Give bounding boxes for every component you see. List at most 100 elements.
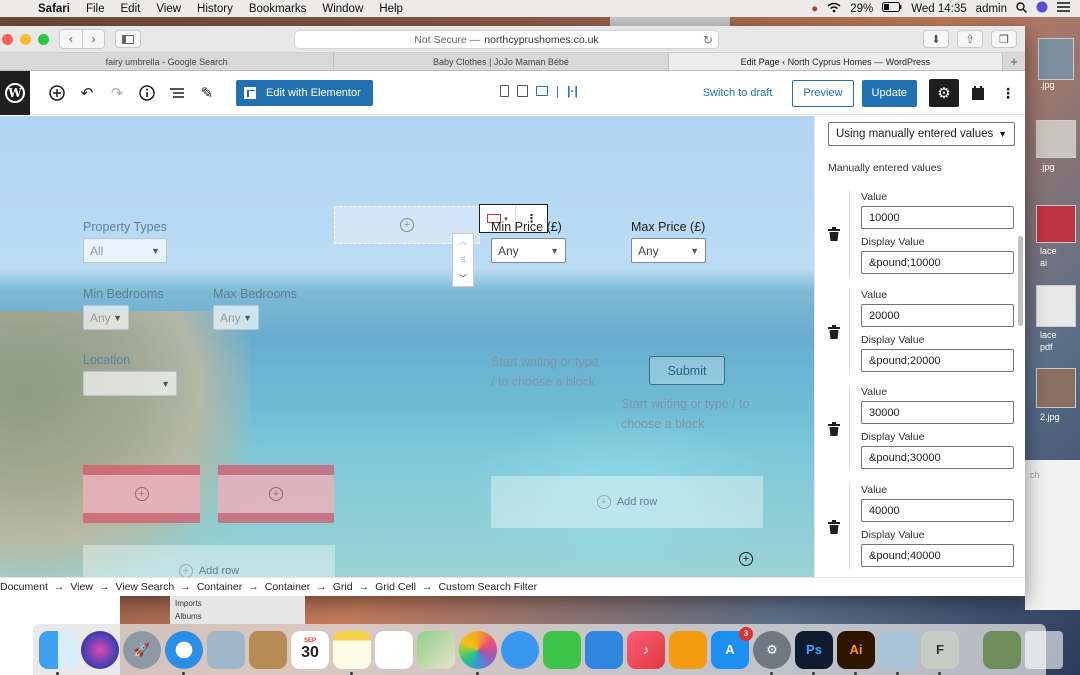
mail-icon[interactable] [207, 630, 245, 669]
user-name[interactable]: admin [976, 3, 1007, 15]
facetime-icon[interactable] [543, 630, 581, 669]
font-book-icon[interactable]: F [921, 630, 959, 675]
siri-icon[interactable] [1036, 1, 1048, 16]
list-view-icon[interactable] [162, 78, 192, 108]
battery-percent[interactable]: 29% [850, 3, 873, 15]
calendar-icon[interactable]: SEP 30 [291, 630, 329, 669]
sidebar-scrollbar[interactable] [1018, 236, 1023, 326]
update-button[interactable]: Update [861, 79, 917, 107]
property-types-select[interactable]: All ▼ [83, 238, 167, 263]
display-value-input[interactable]: &pound;40000 [861, 544, 1014, 567]
min-bedrooms-select[interactable]: Any ▼ [83, 305, 129, 330]
desktop-preview-icon[interactable] [536, 86, 548, 96]
wordpress-logo-icon[interactable]: W [0, 70, 30, 115]
menu-history[interactable]: History [189, 3, 241, 15]
settings-gear-icon[interactable]: ⚙ [929, 79, 959, 107]
reload-icon[interactable]: ↻ [703, 33, 713, 47]
breadcrumb-item[interactable]: Container [197, 581, 243, 593]
forward-icon[interactable]: › [82, 30, 104, 48]
minimize-window-button[interactable] [20, 33, 31, 45]
app-store-icon[interactable]: A3 [711, 626, 753, 669]
siri-icon[interactable] [81, 630, 119, 669]
books-icon[interactable] [669, 630, 707, 669]
close-window-button[interactable] [2, 33, 13, 45]
trash-icon[interactable] [828, 422, 840, 436]
photoshop-icon[interactable]: Ps [795, 630, 833, 675]
value-input[interactable]: 40000 [861, 499, 1014, 522]
tools-pencil-icon[interactable]: ✎ [192, 78, 222, 108]
new-tab-button[interactable]: + [1003, 53, 1025, 70]
display-value-input[interactable]: &pound;20000 [861, 349, 1014, 372]
reminders-icon[interactable] [375, 630, 413, 669]
trash-icon[interactable] [828, 325, 840, 339]
breadcrumb-item[interactable]: Custom Search Filter [438, 581, 537, 593]
desktop-file-thumbnail[interactable] [1036, 285, 1076, 327]
back-icon[interactable]: ‹ [60, 30, 82, 48]
breadcrumb-item[interactable]: Document [0, 581, 48, 593]
info-icon[interactable] [132, 78, 162, 108]
resize-handle-icon[interactable]: |·| [567, 84, 578, 98]
breadcrumb-item[interactable]: Container [265, 581, 311, 593]
plugin-panel-icon[interactable] [967, 80, 989, 106]
desktop-file-thumbnail[interactable] [1036, 205, 1076, 243]
display-value-input[interactable]: &pound;10000 [861, 251, 1014, 274]
redo-icon[interactable]: ↷ [102, 78, 132, 108]
breadcrumb-item[interactable]: View [70, 581, 93, 593]
menu-file[interactable]: File [78, 3, 113, 15]
max-bedrooms-select[interactable]: Any ▼ [213, 305, 259, 330]
mobile-preview-icon[interactable] [500, 85, 509, 97]
menu-edit[interactable]: Edit [113, 3, 149, 15]
breadcrumb-item[interactable]: Grid [333, 581, 353, 593]
edit-with-elementor-button[interactable]: Edit with Elementor [236, 79, 373, 106]
desktop-file-thumbnail[interactable] [1038, 38, 1074, 80]
undo-icon[interactable]: ↶ [72, 78, 102, 108]
menu-app-name[interactable]: Safari [30, 3, 78, 15]
menu-view[interactable]: View [148, 3, 189, 15]
submit-button[interactable]: Submit [649, 356, 725, 385]
add-block-plus-icon[interactable]: + [739, 552, 753, 566]
location-select[interactable]: ▼ [83, 371, 177, 396]
downloads-icon[interactable]: ⬇ [923, 30, 949, 48]
battery-icon[interactable] [882, 2, 902, 15]
keynote-icon[interactable] [585, 630, 623, 669]
fullscreen-window-button[interactable] [38, 33, 49, 45]
creative-cloud-icon[interactable]: ● [811, 3, 818, 15]
system-preferences-icon[interactable]: ⚙ [753, 630, 791, 675]
tab-jojo[interactable]: Baby Clothes | JoJo Maman Bébé [334, 53, 669, 70]
display-value-input[interactable]: &pound;30000 [861, 446, 1014, 469]
messages-icon[interactable] [501, 630, 539, 669]
sidebar-toggle-button[interactable] [115, 30, 141, 48]
trash-icon[interactable] [828, 227, 840, 241]
trash-icon[interactable] [1025, 630, 1063, 669]
tab-overview-icon[interactable]: ❐ [991, 30, 1017, 48]
empty-grid-cell[interactable]: + [218, 475, 334, 513]
preview-button[interactable]: Preview [792, 79, 854, 107]
min-price-select[interactable]: Any ▼ [491, 238, 566, 263]
tab-wp-edit[interactable]: Edit Page ‹ North Cyprus Homes — WordPre… [668, 53, 1003, 70]
wifi-icon[interactable] [827, 2, 841, 16]
paragraph-placeholder[interactable]: Start writing or type / to choose a bloc… [621, 394, 771, 434]
move-down-icon[interactable]: ﹀ [459, 273, 467, 284]
add-row-button[interactable]: + Add row [83, 545, 335, 577]
move-up-icon[interactable]: ︿ [459, 236, 467, 247]
value-input[interactable]: 20000 [861, 304, 1014, 327]
notes-icon[interactable] [333, 630, 371, 675]
menu-help[interactable]: Help [371, 3, 411, 15]
preview-icon[interactable] [879, 630, 917, 675]
launchpad-icon[interactable]: 🚀 [123, 630, 161, 669]
max-price-select[interactable]: Any ▼ [631, 238, 706, 263]
add-block-plus-icon[interactable]: + [269, 487, 283, 501]
illustrator-icon[interactable]: Ai [837, 630, 875, 675]
safari-icon[interactable] [165, 630, 203, 675]
trash-icon[interactable] [828, 520, 840, 534]
downloads-stack-icon[interactable] [983, 630, 1021, 669]
value-input[interactable]: 30000 [861, 401, 1014, 424]
add-block-icon[interactable] [42, 78, 72, 108]
tablet-preview-icon[interactable] [517, 85, 528, 97]
breadcrumb-item[interactable]: View Search [115, 581, 174, 593]
desktop-file-thumbnail[interactable] [1036, 120, 1076, 158]
music-icon[interactable]: ♪ [627, 630, 665, 669]
spotlight-icon[interactable] [1016, 1, 1028, 16]
value-input[interactable]: 10000 [861, 206, 1014, 229]
values-source-select[interactable]: Using manually entered values ▼ [828, 122, 1015, 146]
